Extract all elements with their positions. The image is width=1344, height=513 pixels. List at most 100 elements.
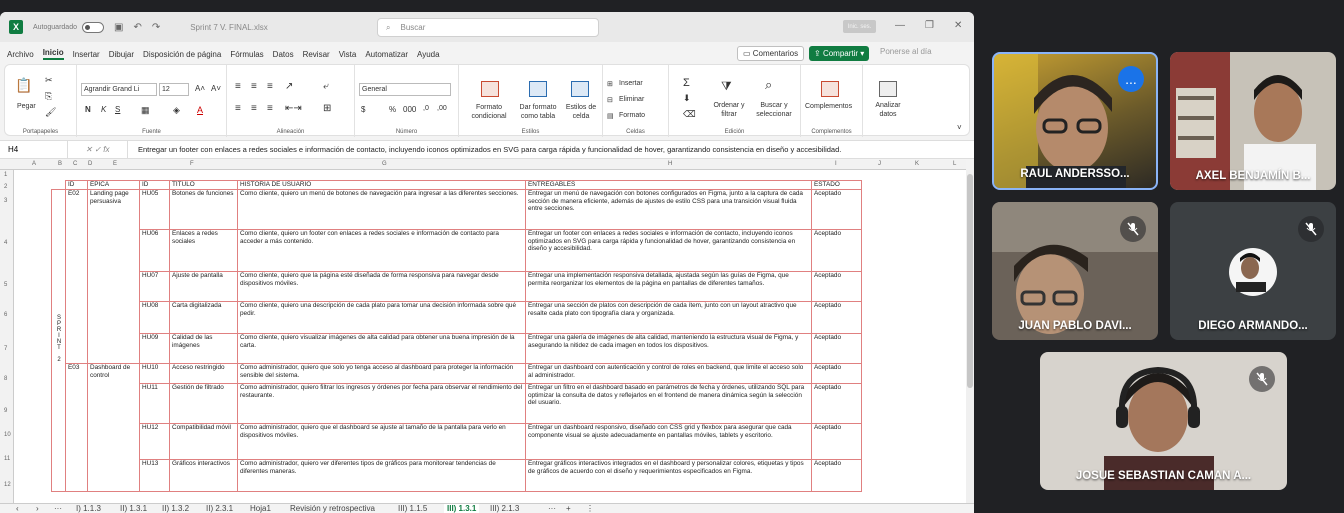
- indent-icon[interactable]: ⇤⇥: [285, 103, 302, 114]
- table-row[interactable]: SPRINT 2 E02 Landing page persuasiva HU05 Bo…: [51, 189, 862, 492]
- row-header[interactable]: 5: [4, 282, 7, 288]
- find-select-button[interactable]: Buscar y seleccionar: [751, 101, 797, 119]
- align-right-icon[interactable]: ≡: [267, 103, 273, 114]
- menu-archivo[interactable]: Archivo: [7, 50, 34, 59]
- column-header[interactable]: E: [113, 161, 117, 167]
- row-header[interactable]: 2: [4, 184, 7, 190]
- more-sheets-icon[interactable]: ···: [54, 504, 62, 513]
- italic-icon[interactable]: K: [101, 105, 106, 114]
- addins-button[interactable]: Complementos: [805, 103, 852, 110]
- undo-icon[interactable]: ↶: [133, 22, 141, 33]
- column-header[interactable]: G: [382, 161, 387, 167]
- scroll-thumb[interactable]: [967, 174, 973, 388]
- menu-datos[interactable]: Datos: [273, 50, 294, 59]
- sheet-tab[interactable]: II) 2.3.1: [206, 504, 233, 513]
- increase-decimal-icon[interactable]: ,0: [423, 105, 429, 112]
- align-center-icon[interactable]: ≡: [251, 103, 257, 114]
- save-icon[interactable]: ▣: [114, 22, 123, 33]
- percent-icon[interactable]: %: [389, 105, 396, 114]
- row-header[interactable]: 8: [4, 376, 7, 382]
- align-middle-icon[interactable]: ≡: [251, 81, 257, 92]
- menu-dibujar[interactable]: Dibujar: [109, 50, 134, 59]
- collapse-ribbon-icon[interactable]: ˅: [957, 123, 962, 132]
- cut-icon[interactable]: ✂: [45, 75, 53, 86]
- column-header[interactable]: A: [32, 161, 36, 167]
- number-format-select[interactable]: General: [359, 83, 451, 96]
- underline-icon[interactable]: S: [115, 105, 120, 114]
- signin-button[interactable]: Inic. ses.: [843, 20, 876, 33]
- participant-tile-2[interactable]: AXEL BENJAMÍN B...: [1170, 52, 1336, 190]
- menu-insertar[interactable]: Insertar: [73, 50, 100, 59]
- format-painter-icon[interactable]: 🖌: [45, 107, 56, 118]
- table-row[interactable]: HU13 Gráficos interactivos Como administra…: [52, 459, 862, 492]
- row-header[interactable]: 10: [4, 432, 11, 438]
- more-options-button[interactable]: ...: [1118, 66, 1144, 92]
- column-header[interactable]: D: [88, 161, 92, 167]
- bold-icon[interactable]: N: [85, 105, 91, 114]
- sheet-menu-icon[interactable]: ⋮: [586, 504, 594, 513]
- sheet-grid[interactable]: ID ÉPICA ID TÍTULO HISTORIA DE USUARIO E…: [14, 170, 966, 503]
- table-row[interactable]: HU12 Compatibilidad móvil Como administrad…: [52, 423, 862, 460]
- sheets-more-icon[interactable]: ···: [548, 504, 556, 513]
- decrease-decimal-icon[interactable]: ,00: [437, 105, 447, 112]
- sheet-tab[interactable]: I) 1.1.3: [76, 504, 101, 513]
- table-row[interactable]: HU08 Carta digitalizada Como cliente, quie…: [52, 301, 862, 334]
- share-button[interactable]: ⇪ Compartir ▾: [809, 46, 870, 61]
- participant-tile-4[interactable]: DIEGO ARMANDO...: [1170, 202, 1336, 340]
- align-top-icon[interactable]: ≡: [235, 81, 241, 92]
- paste-button[interactable]: Pegar: [17, 103, 36, 110]
- table-row[interactable]: HU09 Calidad de las imágenes Como cliente,…: [52, 333, 862, 364]
- autosum-icon[interactable]: Σ: [683, 77, 690, 89]
- comments-button[interactable]: ▭ Comentarios: [737, 46, 805, 61]
- wrap-text-icon[interactable]: ⤶: [323, 81, 329, 92]
- insert-button[interactable]: Insertar: [619, 80, 643, 87]
- next-sheet-icon[interactable]: ›: [36, 504, 39, 513]
- column-header[interactable]: J: [878, 161, 881, 167]
- delete-button[interactable]: Eliminar: [619, 96, 644, 103]
- column-header[interactable]: F: [190, 161, 194, 167]
- sheet-tab[interactable]: Hoja1: [250, 504, 271, 513]
- prev-sheet-icon[interactable]: ‹: [16, 504, 19, 513]
- column-header[interactable]: H: [668, 161, 672, 167]
- name-box[interactable]: H4: [0, 141, 68, 158]
- row-header[interactable]: 1: [4, 172, 7, 178]
- column-header[interactable]: C: [73, 161, 77, 167]
- sort-filter-button[interactable]: Ordenar y filtrar: [709, 101, 749, 119]
- format-button[interactable]: Formato: [619, 112, 645, 119]
- catch-up-label[interactable]: Ponerse al día: [880, 47, 932, 56]
- menu-disposicion[interactable]: Disposición de página: [143, 50, 221, 59]
- autosave-toggle[interactable]: [81, 21, 104, 33]
- sheet-tab[interactable]: III) 1.1.5: [398, 504, 427, 513]
- currency-icon[interactable]: $: [361, 105, 365, 114]
- font-color-icon[interactable]: A: [197, 105, 203, 115]
- align-left-icon[interactable]: ≡: [235, 103, 241, 114]
- sheet-tab[interactable]: III) 2.1.3: [490, 504, 519, 513]
- column-header[interactable]: B: [58, 161, 62, 167]
- table-row[interactable]: HU07 Ajuste de pantalla Como cliente, quie…: [52, 271, 862, 302]
- search-box[interactable]: ⌕ Buscar: [377, 18, 599, 37]
- cell-styles-button[interactable]: Estilos de celda: [563, 103, 599, 121]
- sheet-tab[interactable]: III) 1.3.1: [444, 504, 480, 513]
- analyze-button[interactable]: Analizar datos: [871, 101, 905, 119]
- paste-icon[interactable]: 📋: [15, 77, 32, 94]
- align-bottom-icon[interactable]: ≡: [267, 81, 273, 92]
- row-header[interactable]: 12: [4, 482, 11, 488]
- row-header[interactable]: 11: [4, 456, 10, 462]
- copy-icon[interactable]: ⎘: [45, 91, 52, 102]
- fx-icon[interactable]: ✕ ✓ fx: [68, 141, 128, 158]
- shrink-font-icon[interactable]: A˅: [211, 84, 221, 93]
- borders-icon[interactable]: ▦: [141, 105, 150, 116]
- merge-icon[interactable]: ⊞: [323, 103, 331, 114]
- menu-ayuda[interactable]: Ayuda: [417, 50, 440, 59]
- menu-formulas[interactable]: Fórmulas: [230, 50, 263, 59]
- fill-icon[interactable]: ⬇: [683, 93, 691, 104]
- maximize-icon[interactable]: ❐: [925, 20, 934, 31]
- grow-font-icon[interactable]: A˄: [195, 84, 205, 93]
- table-row[interactable]: HU11 Gestión de filtrado Como administrado…: [52, 383, 862, 424]
- table-row[interactable]: E03 Dashboard de control HU10 Acceso restri…: [52, 363, 862, 492]
- format-table-button[interactable]: Dar formato como tabla: [513, 103, 563, 121]
- row-header[interactable]: 4: [4, 240, 7, 246]
- table-row[interactable]: HU06 Enlaces a redes sociales Como cliente…: [52, 229, 862, 272]
- clear-icon[interactable]: ⌫: [683, 109, 696, 120]
- redo-icon[interactable]: ↷: [152, 22, 160, 33]
